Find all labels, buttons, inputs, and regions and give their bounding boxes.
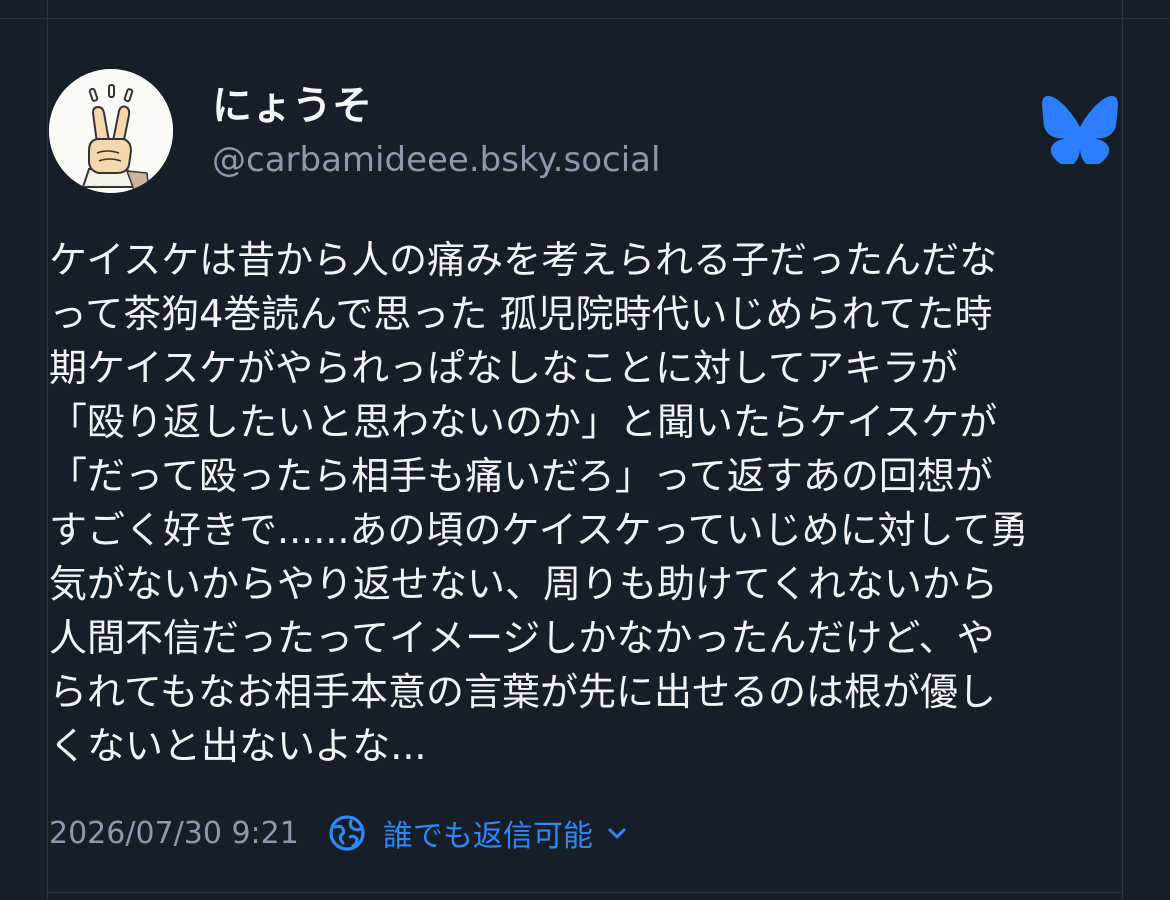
post-text-line: くないと出ないよな...	[49, 724, 427, 768]
author-handle[interactable]: @carbamideee.bsky.social	[212, 138, 660, 182]
post-timestamp: 2026/07/30 9:21	[49, 815, 299, 851]
globe-reply-icon	[329, 815, 365, 851]
bluesky-butterfly-icon	[1042, 96, 1118, 164]
author-display-name[interactable]: にょうそ	[212, 82, 372, 130]
post-text-line: 期ケイスケがやられっぱなしなことに対してアキラが	[49, 346, 958, 390]
post-text-line: られてもなお相手本意の言葉が先に出せるのは根が優し	[49, 670, 996, 714]
chevron-down-icon	[608, 828, 626, 839]
post-text-line: 人間不信だったってイメージしかなかったんだけど、や	[49, 616, 995, 660]
post-text-line: って茶狗4巻読んで思った 孤児院時代いじめられてた時	[49, 292, 993, 336]
post-footer: 2026/07/30 9:21 誰でも返信可能	[49, 808, 629, 858]
avatar[interactable]	[49, 69, 173, 193]
peace-sign-hand-icon	[49, 69, 173, 193]
post-text-line: ケイスケは昔から人の痛みを考えられる子だったんだな	[49, 238, 998, 282]
post-text-line: 「殴り返したいと思わないのか」と聞いたらケイスケが	[49, 400, 998, 444]
post-text-line: 気がないからやり返せない、周りも助けてくれないから	[49, 562, 998, 606]
reply-settings-label: 誰でも返信可能	[382, 819, 593, 854]
top-divider	[0, 18, 1170, 19]
bottom-divider	[47, 892, 1123, 893]
post-text-line: 「だって殴ったら相手も痛いだろ」って返すあの回想が	[49, 454, 993, 498]
post-text: ケイスケは昔から人の痛みを考えられる子だったんだな って茶狗4巻読んで思った 孤…	[49, 233, 1129, 773]
reply-settings-button[interactable]: 誰でも返信可能	[327, 811, 629, 855]
post-text-line: すごく好きで......あの頃のケイスケっていじめに対して勇	[49, 508, 1029, 552]
